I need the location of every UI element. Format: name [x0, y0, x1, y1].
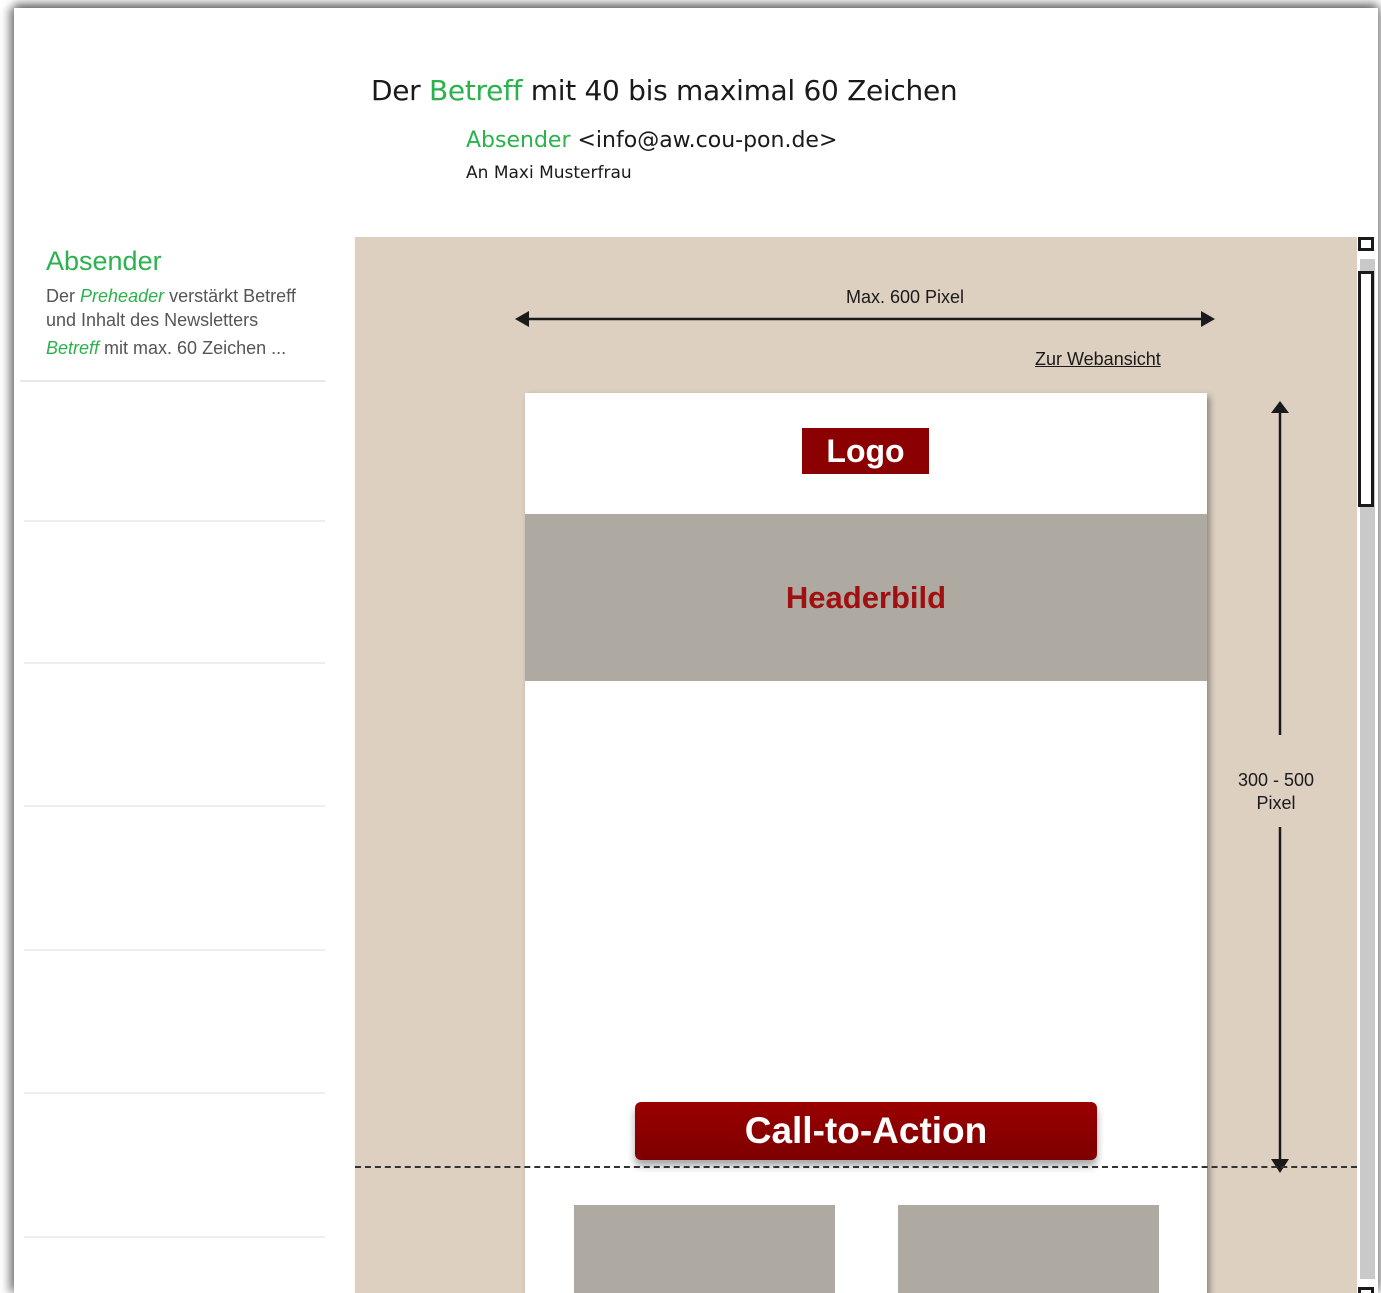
email-subject: Der Betreff mit 40 bis maximal 60 Zeiche…: [371, 74, 958, 107]
height-arrow-down-icon: [1271, 827, 1289, 1173]
inbox-item-sender: Absender: [46, 246, 162, 276]
inbox-list-divider: [24, 520, 325, 522]
to-label: An: [466, 163, 489, 183]
inbox-list-divider: [24, 662, 325, 664]
newsletter-template: Logo Headerbild Call-to-Action: [525, 393, 1207, 1293]
call-to-action-button[interactable]: Call-to-Action: [635, 1102, 1097, 1160]
to-name[interactable]: Maxi Musterfrau: [494, 163, 632, 183]
sender-name[interactable]: Absender: [466, 128, 571, 153]
inbox-list-divider: [24, 1236, 325, 1238]
content-block-right: [898, 1205, 1159, 1293]
preheader-highlight: Preheader: [80, 286, 165, 306]
email-preview-pane: Max. 600 Pixel Zur Webansicht Logo Heade…: [355, 237, 1357, 1293]
sender-address[interactable]: <info@aw.cou-pon.de>: [578, 128, 838, 153]
content-block-left: [574, 1205, 835, 1293]
inbox-item-subject: Betreff mit max. 60 Zeichen ...: [46, 338, 286, 359]
subject-prefix: Der: [371, 74, 421, 107]
scrollbar-thumb[interactable]: [1358, 271, 1374, 507]
email-recipient: An Maxi Musterfrau: [466, 163, 632, 183]
inbox-list-divider: [24, 1092, 325, 1094]
preview-scrollbar[interactable]: [1357, 237, 1378, 1293]
email-sender: Absender <info@aw.cou-pon.de>: [466, 128, 837, 153]
inbox-list-divider: [24, 949, 325, 951]
header-image: Headerbild: [525, 514, 1207, 681]
inbox-subject-highlight: Betreff: [46, 338, 100, 358]
width-label: Max. 600 Pixel: [845, 287, 965, 307]
scroll-down-button[interactable]: [1358, 1287, 1374, 1293]
scroll-up-button[interactable]: [1358, 237, 1374, 251]
width-arrow-icon: [515, 311, 1215, 327]
fold-line: [355, 1166, 1357, 1168]
preheader-prefix: Der: [46, 286, 76, 306]
inbox-list-divider: [24, 805, 325, 807]
height-label-unit: Pixel: [1256, 793, 1296, 813]
email-client-window: Der Betreff mit 40 bis maximal 60 Zeiche…: [14, 8, 1378, 1293]
inbox-subject-suffix: mit max. 60 Zeichen ...: [104, 338, 287, 358]
subject-suffix: mit 40 bis maximal 60 Zeichen: [530, 74, 958, 107]
subject-highlight: Betreff: [429, 74, 523, 107]
webview-link[interactable]: Zur Webansicht: [1035, 349, 1161, 370]
height-label: 300 - 500 Pixel: [1221, 769, 1331, 815]
height-arrow-up-icon: [1271, 401, 1289, 735]
inbox-list-item[interactable]: Absender Der Preheader verstärkt Betreff…: [20, 238, 325, 382]
logo[interactable]: Logo: [802, 428, 929, 474]
height-label-value: 300 - 500: [1237, 770, 1315, 790]
inbox-item-preheader: Der Preheader verstärkt Betreff und Inha…: [46, 284, 326, 332]
